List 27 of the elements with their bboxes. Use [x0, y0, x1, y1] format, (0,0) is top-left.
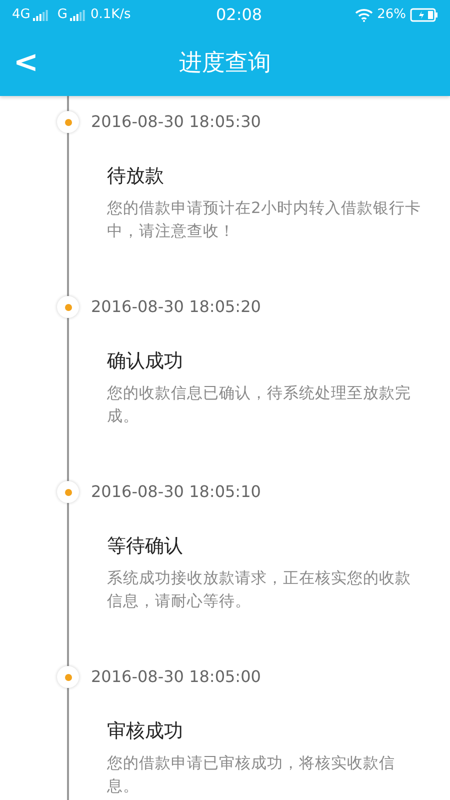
status-description: 您的收款信息已确认，待系统处理至放款完成。	[107, 382, 412, 426]
status-title: 等待确认	[107, 534, 184, 559]
timeline-dot-icon	[57, 481, 79, 503]
timestamp: 2016-08-30 18:05:00	[91, 666, 261, 688]
signal-icon	[33, 9, 50, 21]
timestamp: 2016-08-30 18:05:10	[91, 481, 261, 503]
status-title: 确认成功	[107, 349, 184, 374]
network-label: 4G	[12, 6, 30, 24]
status-title: 待放款	[107, 164, 165, 189]
speed-text: 0.1K/s	[90, 6, 131, 24]
status-description: 您的借款申请已审核成功，将核实收款信息。	[107, 752, 396, 796]
wifi-icon	[355, 8, 374, 22]
status-description: 您的借款申请预计在2小时内转入借款银行卡中，请注意查收！	[107, 198, 422, 242]
status-title: 审核成功	[107, 719, 184, 744]
timeline-dot-icon	[57, 666, 79, 688]
battery-percent: 26%	[377, 6, 406, 24]
battery-charging-icon	[410, 8, 438, 22]
signal-icon	[70, 9, 86, 21]
timestamp: 2016-08-30 18:05:30	[91, 111, 261, 133]
timeline-dot-icon	[57, 111, 79, 133]
status-description: 系统成功接收放款请求，正在核实您的收款信息，请耐心等待。	[107, 568, 412, 612]
back-button[interactable]: <	[6, 48, 46, 78]
page-title: 进度查询	[178, 48, 272, 78]
network-label: G	[57, 6, 68, 24]
timeline-dot-icon	[57, 296, 79, 318]
timestamp: 2016-08-30 18:05:20	[91, 296, 261, 318]
clock: 02:08	[216, 4, 262, 26]
